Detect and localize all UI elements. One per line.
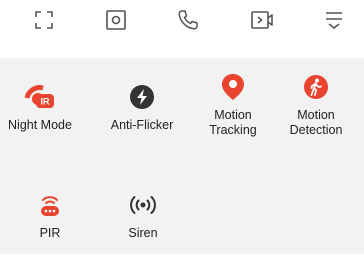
record-video-icon [251,11,273,29]
location-pin-icon [216,70,250,104]
record-video-button[interactable] [246,4,278,36]
pir-sensor-icon [33,188,67,222]
motion-tracking-label: Motion Tracking [209,108,257,137]
fullscreen-button[interactable] [28,4,60,36]
motion-detection-label: Motion Detection [289,108,343,137]
call-button[interactable] [172,4,204,36]
night-mode-label: Night Mode [8,118,72,132]
motion-tracking-button[interactable]: Motion Tracking [188,70,278,150]
more-menu-button[interactable] [318,4,350,36]
siren-button[interactable]: Siren [98,188,188,268]
siren-label: Siren [128,226,158,240]
feature-panel: IR Night Mode Anti-Flicker Motion Tracki… [0,58,364,254]
night-mode-button[interactable]: IR Night Mode [0,80,85,160]
siren-icon [126,188,160,222]
walking-person-icon [299,70,333,104]
more-menu-icon [326,12,342,30]
motion-detection-button[interactable]: Motion Detection [271,70,361,150]
top-toolbar [0,0,364,50]
snapshot-icon [106,10,126,30]
pir-button[interactable]: PIR [5,188,95,268]
svg-text:IR: IR [41,97,51,107]
snapshot-button[interactable] [100,4,132,36]
lightning-icon [125,80,159,114]
night-mode-ir-icon: IR [23,80,57,114]
anti-flicker-label: Anti-Flicker [110,118,174,132]
call-icon [178,10,198,30]
anti-flicker-button[interactable]: Anti-Flicker [97,80,187,160]
fullscreen-icon [35,11,53,29]
pir-label: PIR [39,226,61,240]
